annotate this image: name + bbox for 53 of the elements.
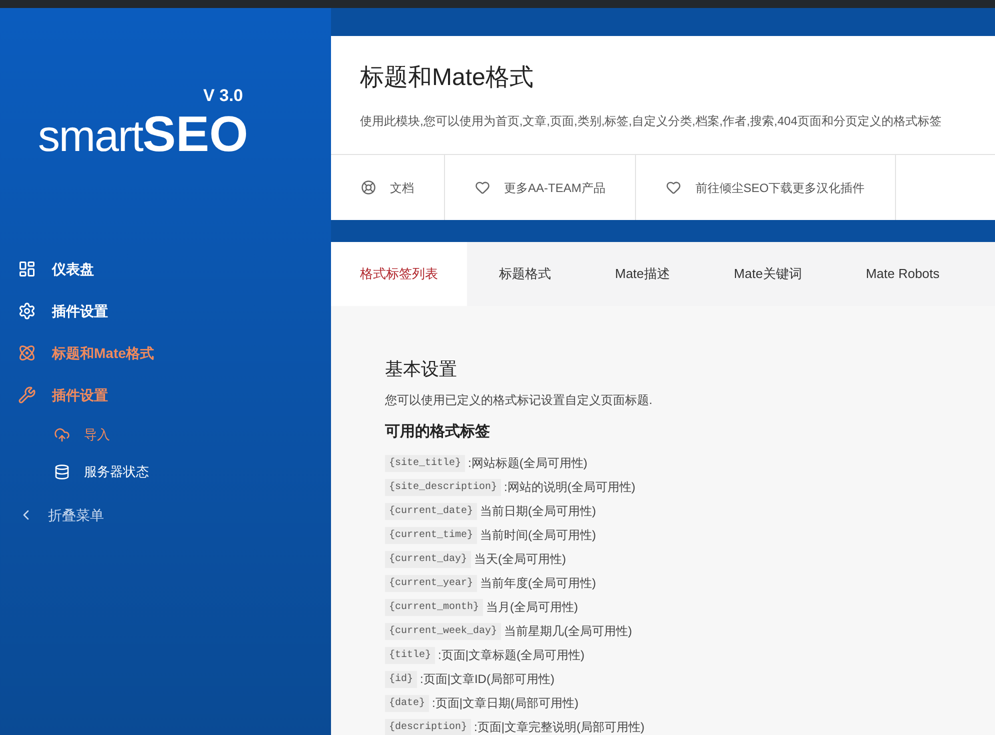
sidebar-item[interactable]: 插件设置: [18, 290, 331, 332]
version-label: V 3.0: [203, 85, 243, 107]
page-description: 使用此模块,您可以使用为首页,文章,页面,类别,标签,自定义分类,档案,作者,搜索,404页面和分页定义的格式标签: [360, 113, 942, 130]
format-tag-code: {current_date}: [385, 502, 478, 520]
format-tag-code: {current_month}: [385, 598, 484, 616]
tab[interactable]: Mate描述: [583, 242, 702, 306]
atom-icon: [18, 344, 36, 362]
format-tag-description: 当前时间(全局可用性): [480, 527, 596, 544]
section-subheading: 可用的格式标签: [385, 422, 491, 442]
format-tag-code: {current_year}: [385, 574, 478, 592]
format-tag-code: {title}: [385, 646, 436, 664]
database-icon: [54, 464, 70, 480]
format-tag-code: {current_time}: [385, 526, 478, 544]
format-tag-description: :网站的说明(全局可用性): [504, 479, 636, 496]
logo-text: smart: [38, 114, 143, 158]
format-tag-code: {site_title}: [385, 454, 466, 472]
format-tag-description: :页面|文章日期(局部可用性): [432, 695, 578, 712]
cloud-icon: [54, 426, 70, 442]
header-link[interactable]: 文档: [331, 155, 445, 220]
format-tag-description: 当前日期(全局可用性): [480, 503, 596, 520]
sidebar-item[interactable]: 仪表盘: [18, 248, 331, 290]
sidebar-subitem[interactable]: 服务器状态: [18, 453, 331, 490]
grid-icon: [18, 260, 36, 278]
format-tag-description: :页面|文章标题(全局可用性): [438, 647, 584, 664]
collapse-menu-link[interactable]: 折叠菜单: [18, 490, 331, 540]
tab[interactable]: Mate关键词: [702, 242, 834, 306]
header-link[interactable]: 前往倾尘SEO下载更多汉化插件: [636, 155, 896, 220]
section-intro: 您可以使用已定义的格式标记设置自定义页面标题.: [385, 392, 654, 409]
format-tag-description: :网站标题(全局可用性): [468, 455, 588, 472]
tab[interactable]: 格式标签列表: [331, 242, 467, 306]
format-tag-code: {site_description}: [385, 478, 502, 496]
format-tag-description: 当前星期几(全局可用性): [504, 623, 632, 640]
heart-icon: [666, 180, 682, 195]
section-heading: 基本设置: [385, 358, 458, 381]
header-link[interactable]: 更多AA-TEAM产品: [445, 155, 636, 220]
format-tag-description: :页面|文章ID(局部可用性): [420, 671, 554, 688]
lifebuoy-icon: [361, 180, 376, 195]
settings-icon: [18, 302, 36, 320]
logo-text-bold: SEO: [142, 108, 248, 158]
page-title: 标题和Mate格式: [360, 63, 534, 93]
heart-icon: [475, 180, 490, 195]
tab[interactable]: 标题格式: [467, 242, 583, 306]
format-tag-description: :页面|文章完整说明(局部可用性): [474, 719, 644, 735]
format-tag-code: {description}: [385, 718, 472, 735]
format-tag-code: {id}: [385, 670, 418, 688]
format-tag-description: 当月(全局可用性): [486, 599, 578, 616]
wrench-icon: [18, 386, 36, 404]
format-tag-code: {current_week_day}: [385, 622, 502, 640]
format-tag-code: {date}: [385, 694, 430, 712]
tab[interactable]: Mate Robots: [834, 242, 972, 306]
format-tag-description: 当前年度(全局可用性): [480, 575, 596, 592]
format-tag-code: {current_day}: [385, 550, 472, 568]
format-tag-description: 当天(全局可用性): [474, 551, 566, 568]
